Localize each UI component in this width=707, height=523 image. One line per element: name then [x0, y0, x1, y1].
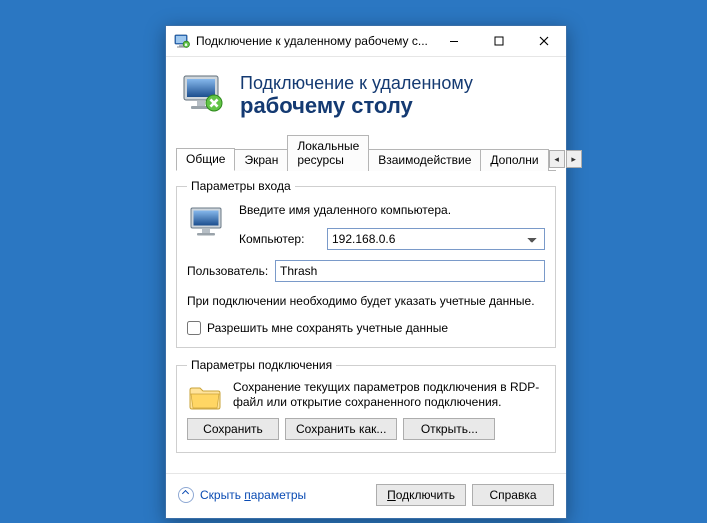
close-button[interactable]: [521, 26, 566, 56]
tab-scroll: ◂ ▸: [548, 150, 582, 168]
tab-strip: Общие Экран Локальные ресурсы Взаимодейс…: [176, 134, 556, 171]
dialog-header: Подключение к удаленному рабочему столу: [166, 57, 566, 134]
tab-advanced[interactable]: Дополни: [480, 149, 548, 171]
user-label: Пользователь:: [187, 264, 275, 278]
connection-params-text: Сохранение текущих параметров подключени…: [187, 380, 545, 410]
rdp-app-icon: [174, 33, 190, 49]
remember-credentials-checkbox[interactable]: [187, 321, 201, 335]
save-button[interactable]: Сохранить: [187, 418, 279, 440]
login-params-group: Параметры входа Введите имя удаленного к…: [176, 179, 556, 348]
maximize-button[interactable]: [476, 26, 521, 56]
tab-general[interactable]: Общие: [176, 148, 235, 171]
help-button[interactable]: Справка: [472, 484, 554, 506]
connection-params-group: Параметры подключения Сохранение текущих…: [176, 358, 556, 453]
tab-scroll-right-button[interactable]: ▸: [566, 150, 582, 168]
heading-line2: рабочему столу: [240, 93, 473, 118]
titlebar[interactable]: Подключение к удаленному рабочему с...: [166, 26, 566, 57]
connection-params-legend: Параметры подключения: [187, 358, 336, 372]
computer-label: Компьютер:: [239, 232, 327, 246]
window-title: Подключение к удаленному рабочему с...: [196, 34, 431, 48]
minimize-button[interactable]: [431, 26, 476, 56]
dialog-footer: Скрыть параметры Подключить Справка: [166, 473, 566, 518]
rdp-dialog: Подключение к удаленному рабочему с...: [165, 25, 567, 519]
computer-icon: [187, 203, 229, 248]
hide-options-label: Скрыть параметры: [200, 488, 306, 502]
connect-button[interactable]: Подключить: [376, 484, 466, 506]
monitor-glyph-icon: [180, 71, 226, 120]
credentials-hint: При подключении необходимо будет указать…: [187, 294, 545, 309]
user-input[interactable]: [275, 260, 545, 282]
connect-label: Подключить: [387, 488, 455, 502]
dialog-heading: Подключение к удаленному рабочему столу: [240, 73, 473, 119]
remember-credentials-label: Разрешить мне сохранять учетные данные: [207, 321, 448, 335]
login-params-legend: Параметры входа: [187, 179, 295, 193]
tab-screen[interactable]: Экран: [234, 149, 288, 171]
tab-scroll-left-button[interactable]: ◂: [549, 150, 565, 168]
tab-local-resources[interactable]: Локальные ресурсы: [287, 135, 369, 171]
heading-line1: Подключение к удаленному: [240, 73, 473, 94]
tab-experience[interactable]: Взаимодействие: [368, 149, 481, 171]
chevron-up-icon: [178, 487, 194, 503]
enter-computer-instruction: Введите имя удаленного компьютера.: [187, 203, 545, 218]
save-as-button[interactable]: Сохранить как...: [285, 418, 397, 440]
open-button[interactable]: Открыть...: [403, 418, 495, 440]
hide-options-link[interactable]: Скрыть параметры: [178, 487, 306, 503]
computer-combo[interactable]: 192.168.0.6: [327, 228, 545, 250]
folder-icon: [187, 382, 223, 412]
